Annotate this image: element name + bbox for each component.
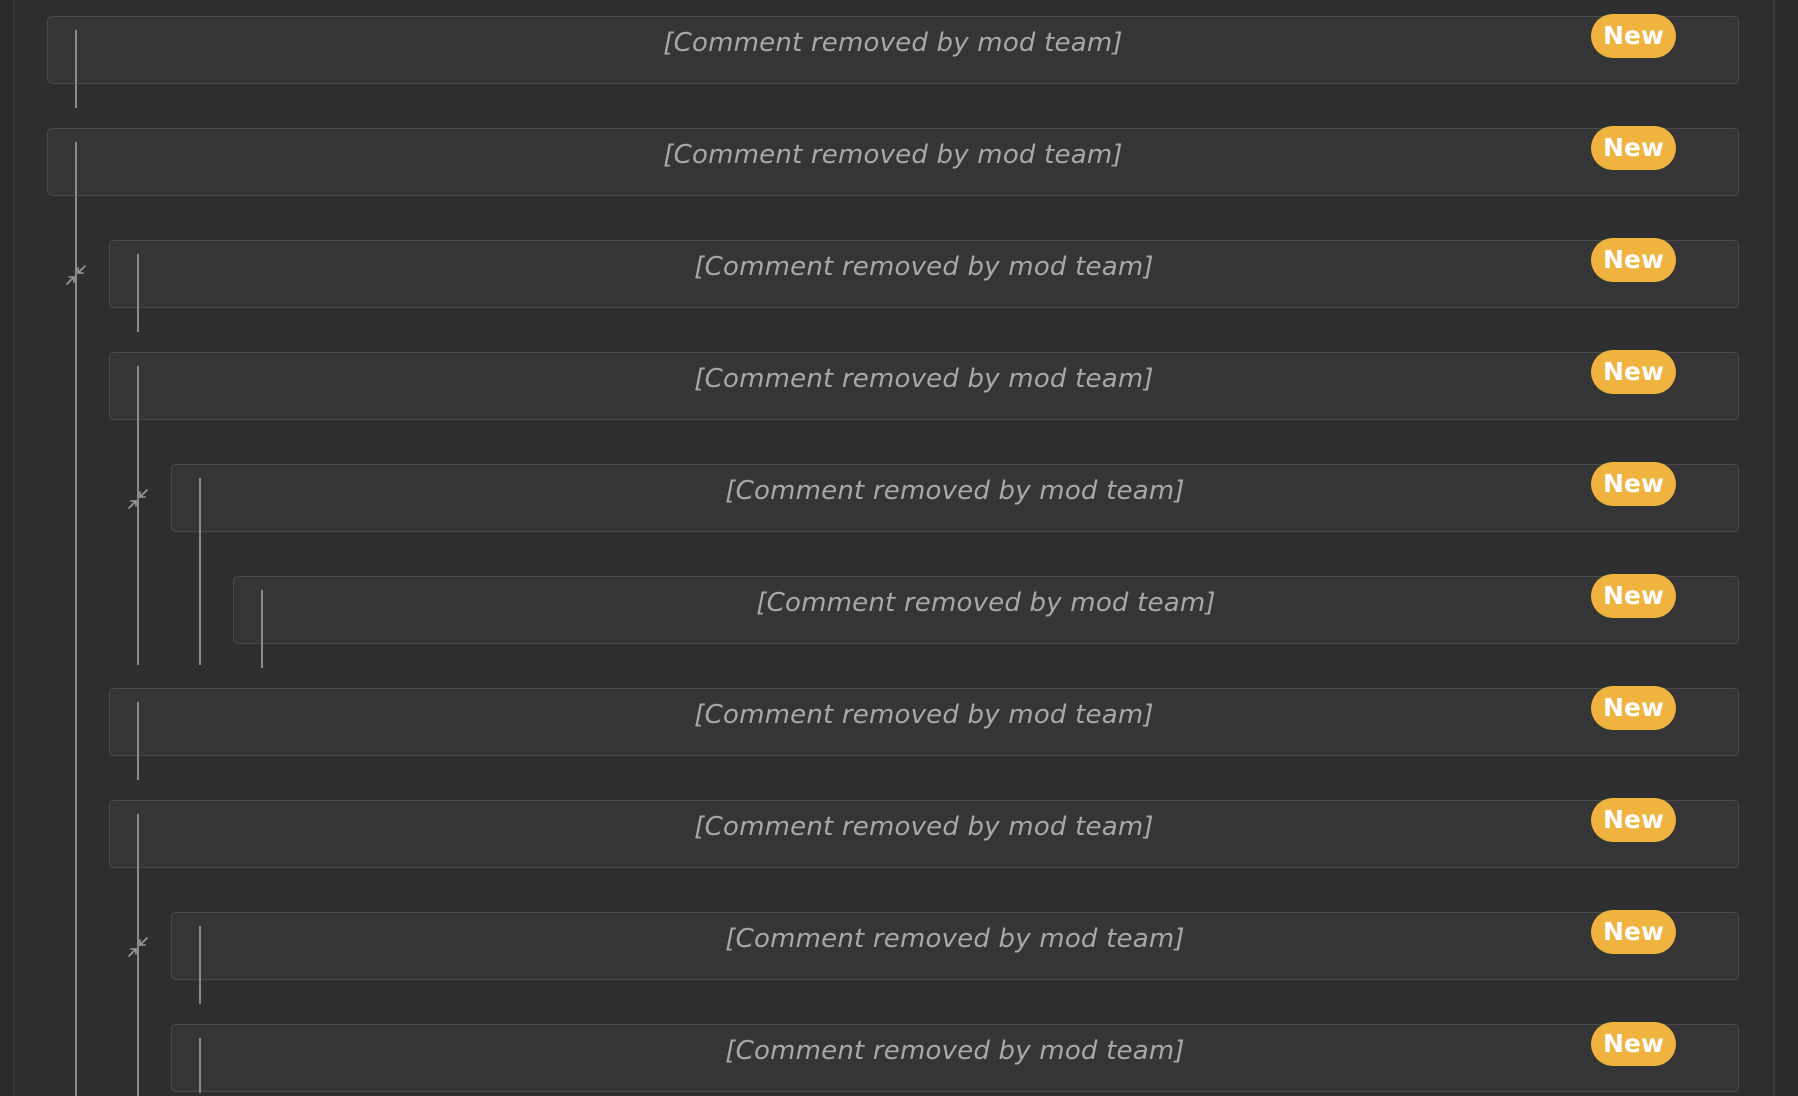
removed-comment-text: [Comment removed by mod team]	[725, 1036, 1185, 1066]
removed-comment-text: [Comment removed by mod team]	[725, 476, 1185, 506]
new-badge: New	[1591, 1022, 1676, 1066]
comment-card[interactable]: [Comment removed by mod team]	[171, 912, 1739, 1004]
removed-comment-text: [Comment removed by mod team]	[694, 252, 1154, 282]
comment-card[interactable]: [Comment removed by mod team]	[233, 576, 1739, 668]
removed-comment-text: [Comment removed by mod team]	[694, 812, 1154, 842]
thread-line[interactable]	[261, 590, 263, 668]
thread-line[interactable]	[199, 1038, 201, 1093]
comment-card[interactable]: [Comment removed by mod team]	[171, 1024, 1739, 1093]
collapse-thread-icon[interactable]	[125, 934, 151, 960]
removed-comment-text: [Comment removed by mod team]	[694, 364, 1154, 394]
comment-card[interactable]: [Comment removed by mod team]	[109, 352, 1739, 421]
thread-line[interactable]	[199, 478, 201, 533]
removed-comment-text: [Comment removed by mod team]	[694, 700, 1154, 730]
comment-thread-viewport: [Comment removed by mod team] New [Comme…	[0, 0, 1798, 1096]
removed-comment-text: [Comment removed by mod team]	[663, 28, 1123, 58]
column-right-border	[1773, 0, 1775, 1096]
new-badge: New	[1591, 350, 1676, 394]
removed-comment-text: [Comment removed by mod team]	[725, 924, 1185, 954]
new-badge: New	[1591, 574, 1676, 618]
thread-line[interactable]	[137, 814, 139, 869]
new-badge: New	[1591, 14, 1676, 58]
comment-card[interactable]: [Comment removed by mod team]	[47, 16, 1739, 108]
new-badge: New	[1591, 462, 1676, 506]
new-badge: New	[1591, 910, 1676, 954]
thread-line[interactable]	[75, 30, 77, 108]
thread-line[interactable]	[137, 702, 139, 780]
new-badge: New	[1591, 126, 1676, 170]
comment-card[interactable]: [Comment removed by mod team]	[171, 464, 1739, 533]
thread-line[interactable]	[75, 142, 77, 197]
new-badge: New	[1591, 798, 1676, 842]
new-badge: New	[1591, 238, 1676, 282]
thread-line[interactable]	[137, 366, 139, 421]
collapse-thread-icon[interactable]	[125, 486, 151, 512]
thread-line[interactable]	[137, 254, 139, 332]
thread-line[interactable]	[199, 926, 201, 1004]
new-badge: New	[1591, 686, 1676, 730]
collapse-thread-icon[interactable]	[63, 262, 89, 288]
comment-card[interactable]: [Comment removed by mod team]	[109, 240, 1739, 332]
removed-comment-text: [Comment removed by mod team]	[756, 588, 1216, 618]
removed-comment-text: [Comment removed by mod team]	[663, 140, 1123, 170]
comment-card[interactable]: [Comment removed by mod team]	[47, 128, 1739, 197]
comment-card[interactable]: [Comment removed by mod team]	[109, 688, 1739, 780]
comment-card[interactable]: [Comment removed by mod team]	[109, 800, 1739, 869]
